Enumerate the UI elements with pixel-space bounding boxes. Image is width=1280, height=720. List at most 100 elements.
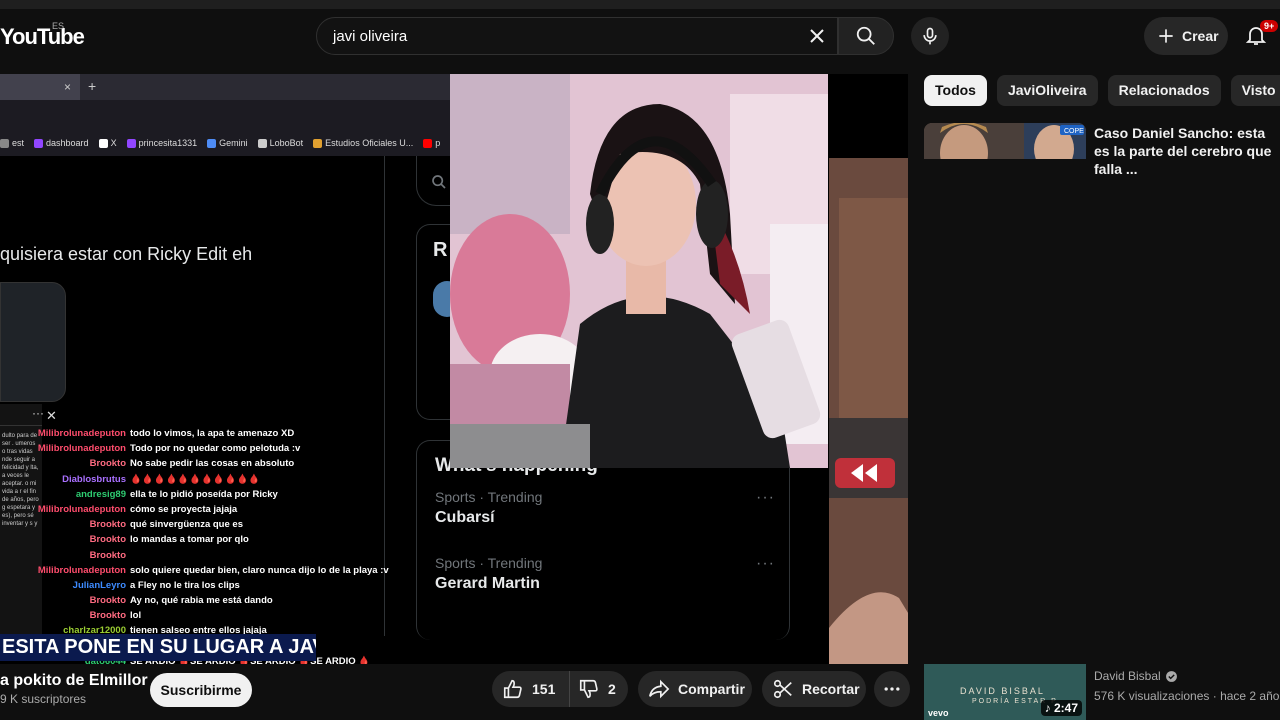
stream-bookmark-item: est: [0, 138, 24, 148]
bookmark-favicon-icon: [257, 138, 267, 148]
scissors-icon: [773, 679, 792, 699]
recommended-video-2-channel[interactable]: David Bisbal: [1094, 669, 1178, 683]
chat-username: Brookto: [89, 549, 126, 561]
thumbs-down-icon: [579, 679, 598, 699]
clear-search-icon[interactable]: [805, 24, 829, 48]
dislike-count: 2: [608, 681, 616, 697]
chat-message: Diablosbrutus 🩸🩸🩸🩸🩸🩸🩸🩸🩸🩸🩸: [0, 474, 384, 489]
region-code: ES: [52, 21, 65, 31]
chat-message: Brookto lol: [0, 610, 384, 625]
chat-username: Brookto: [89, 595, 126, 607]
bookmark-label: Estudios Oficiales U...: [325, 138, 414, 148]
chip-todos[interactable]: Todos: [924, 75, 987, 106]
stream-title-banner: ESITA PONE EN SU LUGAR A JAVIOLIVEIRA: [0, 634, 316, 661]
thumbs-up-icon: [503, 679, 522, 699]
create-button[interactable]: Crear: [1144, 17, 1228, 55]
whats-happening-card: What's happening Sports · Trending Cubar…: [416, 440, 790, 640]
notification-badge: 9+: [1260, 20, 1279, 32]
trend-more-icon: ···: [756, 555, 775, 572]
trend-item: Sports · Trending Cubarsí ···: [435, 489, 775, 527]
search-box[interactable]: javi oliveira: [316, 17, 838, 55]
bookmark-label: LoboBot: [269, 138, 304, 148]
like-button[interactable]: 151: [492, 671, 570, 707]
chat-message: Brookto lo mandas a tomar por qlo: [0, 534, 384, 549]
dislike-button[interactable]: 2: [570, 678, 616, 700]
subscribe-button[interactable]: Suscribirme: [150, 673, 252, 707]
channel-name-text: David Bisbal: [1094, 669, 1161, 683]
recommended-video-thumbnail[interactable]: COPE: [924, 123, 1086, 159]
tweet-media: [0, 282, 66, 402]
chip-javioliveira[interactable]: JaviOliveira: [996, 75, 1098, 106]
chat-username: Brookto: [89, 458, 126, 470]
search-button[interactable]: [838, 17, 894, 55]
chat-message: Milibrolunadeputon solo quiere quedar bie…: [0, 565, 389, 580]
streamer-webcam: [829, 158, 908, 664]
chat-text: ella te lo pidió poseída por Ricky: [130, 488, 278, 500]
search-icon: [856, 26, 875, 45]
stream-bookmark-item: Estudios Oficiales U...: [313, 138, 413, 148]
stream-bookmark-item: dashboard: [34, 138, 89, 148]
verified-icon: [1165, 670, 1177, 682]
chat-message: Brookto No sabe pedir las cosas en absolu…: [0, 458, 384, 473]
thumbnail-title-text: DAVID BISBAL: [960, 686, 1045, 696]
music-note-icon: ♪: [1044, 701, 1051, 715]
bookmark-favicon-icon: [126, 138, 136, 148]
streamer-webcam-image: [829, 158, 908, 664]
video-duration: ♪ 2:47: [1040, 700, 1082, 716]
filter-chips: Todos JaviOliveira Relacionados Visto: [924, 75, 1280, 106]
stream-browser-address-bar: [0, 100, 450, 130]
share-button[interactable]: Compartir: [638, 671, 752, 707]
stream-chat-overlay: dulto para de ser . umeros o tras vidas …: [0, 404, 389, 664]
more-actions-button[interactable]: [874, 671, 910, 707]
bookmark-favicon-icon: [34, 138, 44, 148]
trend-meta: Sports · Trending: [435, 489, 543, 505]
clip-button[interactable]: Recortar: [762, 671, 866, 707]
chat-text: a Fley no le tira los clips: [130, 579, 240, 591]
search-input[interactable]: javi oliveira: [333, 28, 407, 45]
video-player[interactable]: × + est dashboard Xprincesita1331 Gemini Lob…: [0, 74, 908, 664]
chat-messages: Milibrolunadeputon todo lo vimos, la apa …: [0, 428, 389, 664]
youtube-logo[interactable]: YouTube: [0, 24, 85, 50]
chat-username: andresig89: [75, 488, 126, 500]
chat-username: Diablosbrutus: [62, 473, 126, 485]
chat-message: Milibrolunadeputon cómo se proyecta jajaj…: [0, 504, 384, 519]
share-icon: [649, 679, 670, 699]
trend-meta: Sports · Trending: [435, 555, 543, 571]
chip-relacionados[interactable]: Relacionados: [1107, 75, 1221, 106]
bookmark-favicon-icon: [0, 138, 9, 148]
chat-text: qué sinvergüenza que es: [130, 519, 243, 531]
recommended-video-title[interactable]: Caso Daniel Sancho: esta es la parte del…: [1094, 124, 1280, 178]
recommended-video-2-meta: 576 K visualizaciones · hace 2 años: [1094, 689, 1280, 703]
youtube-watch-page: YouTube ES javi oliveira Crear 9+ × + es…: [0, 0, 1280, 720]
channel-name[interactable]: a pokito de Elmillor: [0, 672, 148, 690]
chat-text: lo mandas a tomar por qlo: [130, 534, 249, 546]
notifications-button[interactable]: 9+: [1244, 20, 1279, 52]
stream-bookmark-item: LoboBot: [257, 138, 304, 148]
x-search-icon: [432, 175, 446, 189]
stream-new-tab-icon: +: [88, 78, 97, 94]
chip-visto[interactable]: Visto: [1230, 75, 1280, 106]
chat-username: Milibrolunadeputon: [37, 503, 126, 515]
bookmark-favicon-icon: [207, 138, 217, 148]
stream-tab-close-icon: ×: [64, 80, 72, 94]
bookmark-label: Gemini: [219, 138, 248, 148]
bookmark-favicon-icon: [313, 138, 323, 148]
guest-webcam-image: [450, 74, 828, 468]
bookmark-favicon-icon: [423, 138, 433, 148]
chat-text: todo lo vimos, la apa te amenazo XD: [130, 428, 295, 439]
bookmark-label: princesita1331: [138, 138, 198, 148]
chat-message: andresig89 ella te lo pidió poseída por R…: [0, 489, 384, 504]
chat-text: solo quiere quedar bien, claro nunca dij…: [130, 564, 389, 576]
voice-search-button[interactable]: [911, 17, 949, 55]
duration-text: 2:47: [1053, 701, 1078, 715]
clip-label: Recortar: [802, 681, 860, 697]
chat-close-icon: ✕: [46, 408, 57, 423]
recommended-video-2-thumbnail[interactable]: DAVID BISBAL PODRÍA ESTAR P vevo ♪ 2:47: [924, 664, 1086, 720]
chat-text: No sabe pedir las cosas en absoluto: [130, 458, 295, 470]
trend-name: Gerard Martin: [435, 575, 540, 592]
chat-text: Ay no, qué rabia me está dando: [130, 595, 273, 607]
stream-bookmark-item: Gemini: [207, 138, 248, 148]
chat-username: Brookto: [89, 534, 126, 546]
trend-item: Sports · Trending Gerard Martin ···: [435, 555, 775, 593]
chat-text: lol: [130, 610, 142, 622]
